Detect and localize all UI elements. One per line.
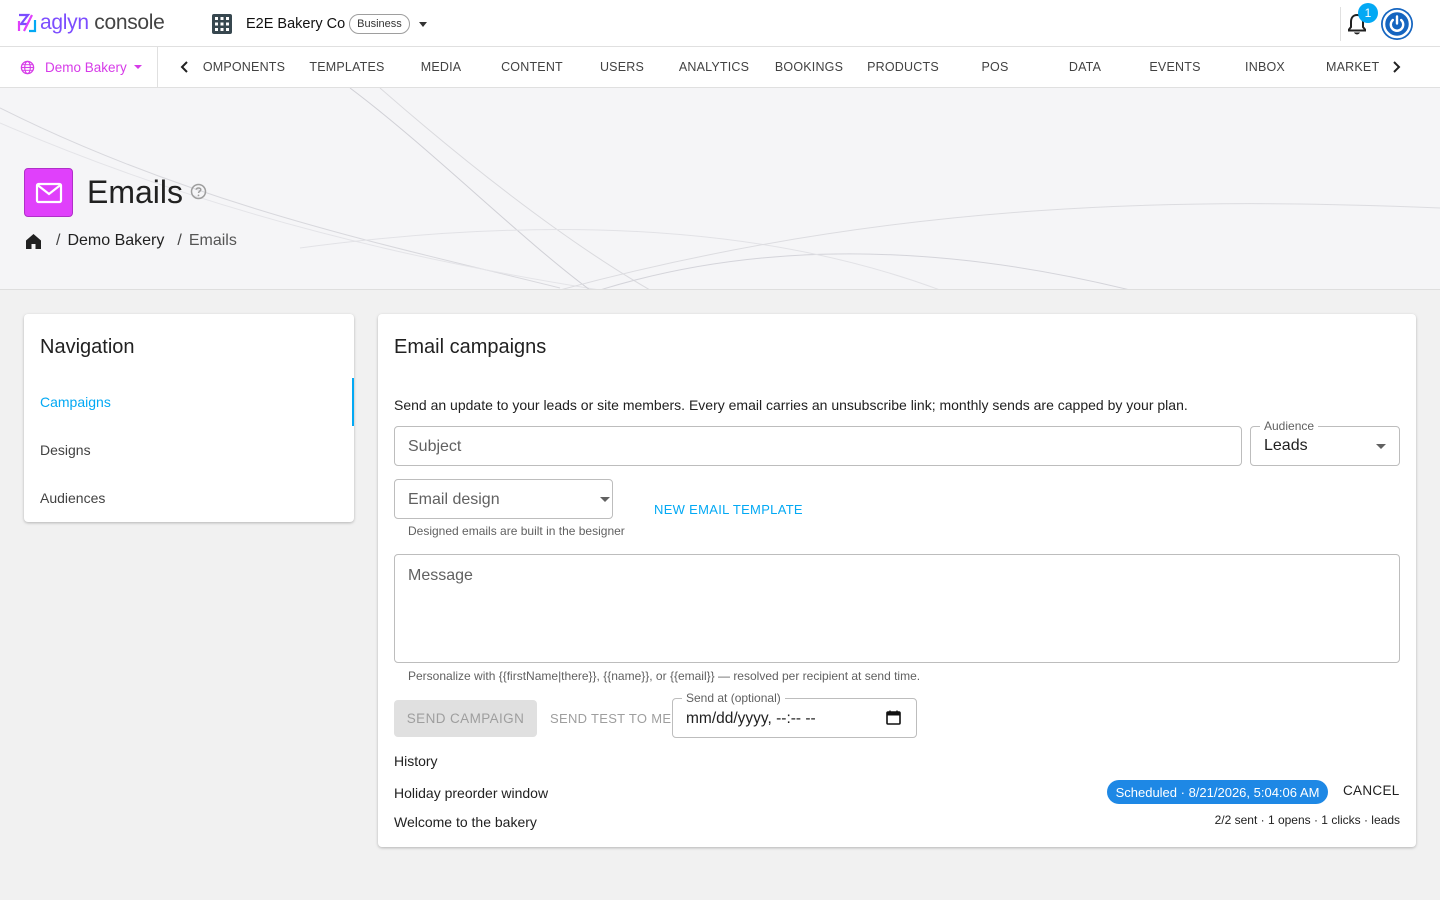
email-design-placeholder: Email design [408,491,500,508]
tab-events[interactable]: EVENTS [1130,47,1220,87]
section-title: Email campaigns [394,336,547,358]
audience-label: Audience [1260,419,1319,433]
tab-components[interactable]: OMPONENTS [198,47,290,87]
send-at-value: mm/dd/yyyy, --:-- -- [686,710,816,727]
send-test-button[interactable]: SEND TEST TO ME [550,711,671,726]
power-icon [1382,9,1412,39]
tab-data[interactable]: DATA [1040,47,1130,87]
building-icon [212,14,232,34]
page-title: Emails [87,174,184,210]
navigation-card: Navigation Campaigns Designs Audiences [24,314,354,522]
tab-bookings[interactable]: BOOKINGS [764,47,854,87]
status-badge: Scheduled · 8/21/2026, 5:04:06 AM [1107,780,1328,804]
nav-item-designs[interactable]: Designs [24,426,354,474]
chevron-down-icon [418,21,427,27]
top-app-bar: aglyn console E2E Bakery Co Business 1 [0,0,1440,47]
help-circle-icon[interactable] [190,183,207,200]
divider [1340,7,1341,41]
tab-analytics[interactable]: ANALYTICS [668,47,760,87]
tab-users[interactable]: USERS [576,47,668,87]
brand-name: aglyn console [40,11,165,34]
breadcrumb-separator: / [56,232,61,249]
mail-icon [24,168,73,217]
email-design-select[interactable]: Email design [394,479,613,519]
account-button[interactable] [1381,8,1413,40]
home-icon[interactable] [24,232,43,251]
message-textarea[interactable]: Message [394,554,1400,663]
nav-item-campaigns[interactable]: Campaigns [24,378,354,426]
subject-placeholder: Subject [408,438,462,455]
personalize-hint: Personalize with {{firstName|there}}, {{… [408,669,921,683]
chevron-right-icon[interactable] [1387,58,1405,76]
cancel-button[interactable]: CANCEL [1343,783,1400,798]
chevron-down-icon [600,497,610,502]
breadcrumb-separator: / [177,232,182,249]
tab-products[interactable]: PRODUCTS [858,47,948,87]
chevron-down-icon [133,65,142,69]
aglyn-logo-icon [17,13,37,33]
globe-icon [20,60,35,74]
tab-media[interactable]: MEDIA [396,47,486,87]
subject-input[interactable]: Subject [394,426,1242,466]
tab-templates[interactable]: TEMPLATES [302,47,392,87]
email-campaigns-card: Email campaigns Send an update to your l… [378,314,1416,847]
audience-value: Leads [1264,437,1308,454]
breadcrumb: / Demo Bakery / Emails [24,230,237,252]
section-tabs-bar: Demo Bakery OMPONENTS TEMPLATES MEDIA CO… [0,47,1440,88]
history-item-name: Holiday preorder window [394,785,549,801]
site-selector-label: Demo Bakery [45,59,127,75]
organization-name: E2E Bakery Co [246,16,346,32]
audience-select[interactable]: Audience Leads [1250,419,1400,466]
send-at-label: Send at (optional) [682,691,785,705]
tab-inbox[interactable]: INBOX [1220,47,1310,87]
send-at-input[interactable]: Send at (optional) mm/dd/yyyy, --:-- -- [672,691,917,738]
history-title: History [394,753,438,769]
chevron-left-icon[interactable] [176,58,194,76]
tab-marketing[interactable]: MARKETI [1326,47,1380,87]
history-item-name: Welcome to the bakery [394,814,537,830]
organization-switcher[interactable]: E2E Bakery Co Business [210,10,427,38]
tab-content[interactable]: CONTENT [486,47,578,87]
email-design-helper: Designed emails are built in the besigne… [408,524,625,538]
decorative-waves [0,88,1440,289]
chevron-down-icon [1376,444,1386,449]
notification-count-badge: 1 [1358,3,1378,23]
message-placeholder: Message [408,567,473,584]
section-tabs: OMPONENTS TEMPLATES MEDIA CONTENT USERS … [198,47,1380,87]
intro-text: Send an update to your leads or site mem… [394,397,1188,413]
send-campaign-button[interactable]: SEND CAMPAIGN [394,700,537,737]
page-header: Emails / Demo Bakery / Emails [0,88,1440,290]
calendar-icon[interactable] [886,710,901,725]
nav-item-audiences[interactable]: Audiences [24,474,354,522]
site-selector[interactable]: Demo Bakery [0,47,158,87]
tab-pos[interactable]: POS [950,47,1040,87]
breadcrumb-current: Emails [188,232,237,249]
plan-badge: Business [349,14,410,34]
navigation-title: Navigation [40,336,135,358]
brand-logo[interactable]: aglyn console [16,11,165,35]
new-email-template-button[interactable]: NEW EMAIL TEMPLATE [654,502,803,517]
breadcrumb-site-link[interactable]: Demo Bakery [67,232,164,250]
history-item-stats: 2/2 sent · 1 opens · 1 clicks · leads [1214,813,1400,827]
